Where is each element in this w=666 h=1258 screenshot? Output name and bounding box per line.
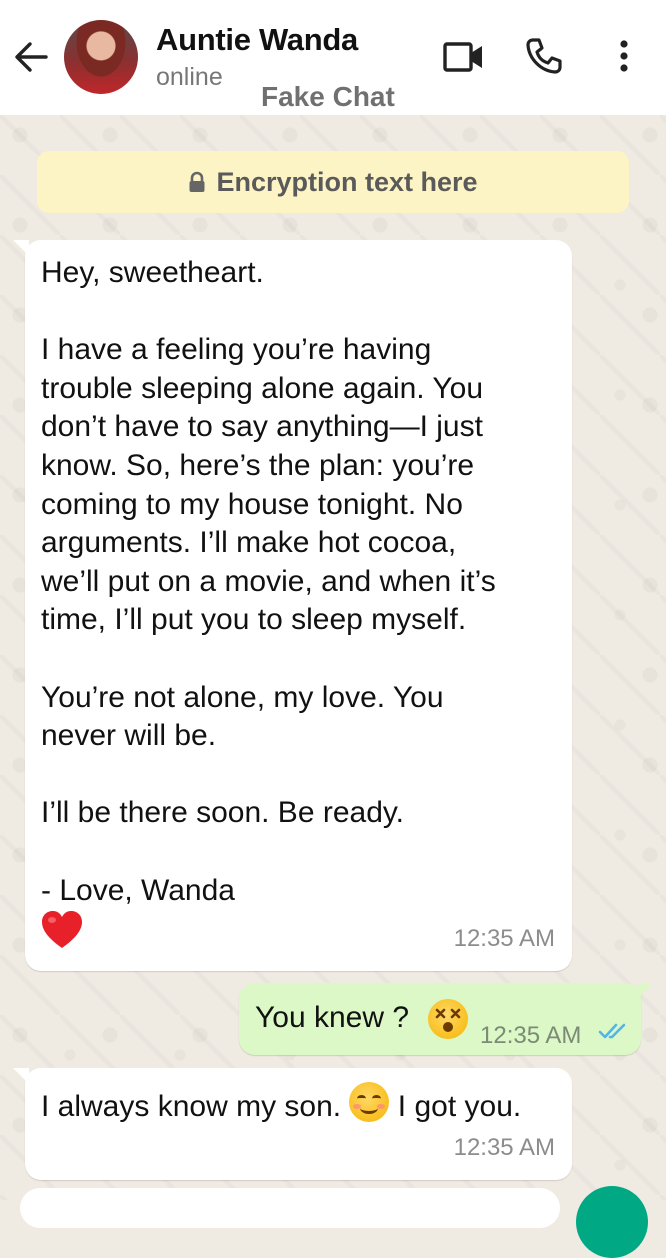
message-text: You knew ? bbox=[255, 1001, 410, 1034]
message-time: 12:35 AM bbox=[453, 1134, 555, 1162]
chat-header: Auntie Wanda online Fake Chat bbox=[0, 0, 666, 115]
dizzy-face-emoji bbox=[428, 999, 468, 1039]
more-options-button[interactable] bbox=[614, 36, 634, 76]
bubble-tail bbox=[13, 240, 29, 256]
lock-icon bbox=[189, 171, 205, 192]
phone-icon bbox=[526, 38, 562, 74]
bubble-tail bbox=[13, 1068, 29, 1084]
arrow-left-icon bbox=[15, 42, 48, 72]
more-vertical-icon bbox=[620, 40, 628, 72]
message-text-part: I always know my son. bbox=[41, 1090, 342, 1123]
message-text-part: I got you. bbox=[397, 1090, 522, 1123]
heart-emoji bbox=[40, 908, 84, 957]
message-text: Hey, sweetheart. I have a feeling you’re… bbox=[41, 256, 496, 907]
message-time: 12:35 AM bbox=[480, 1022, 582, 1049]
back-button[interactable] bbox=[12, 38, 50, 76]
video-camera-icon bbox=[443, 42, 482, 72]
message-time: 12:35 AM bbox=[453, 925, 555, 953]
fake-chat-watermark: Fake Chat bbox=[261, 81, 395, 112]
smiling-face-emoji bbox=[349, 1082, 390, 1122]
contact-name[interactable]: Auntie Wanda bbox=[156, 22, 358, 58]
message-bubble-outgoing[interactable]: You knew ? 12:35 AM bbox=[239, 983, 653, 1055]
video-call-button[interactable] bbox=[442, 38, 486, 76]
red-heart-icon bbox=[42, 911, 82, 948]
message-bubble-incoming[interactable]: I always know my son. I got you. 12:35 A… bbox=[13, 1068, 572, 1180]
message-input[interactable] bbox=[20, 1188, 560, 1228]
avatar[interactable] bbox=[64, 20, 138, 94]
message-text: I always know my son. I got you. bbox=[41, 1082, 541, 1127]
contact-status: online bbox=[156, 63, 223, 91]
bubble-tail bbox=[637, 983, 653, 999]
encryption-notice[interactable]: Encryption text here bbox=[37, 151, 629, 213]
encryption-text: Encryption text here bbox=[216, 166, 478, 197]
voice-call-button[interactable] bbox=[524, 36, 564, 76]
message-bubble-incoming[interactable]: Hey, sweetheart. I have a feeling you’re… bbox=[13, 240, 572, 971]
send-button[interactable] bbox=[576, 1186, 648, 1258]
double-check-icon bbox=[598, 1023, 626, 1039]
